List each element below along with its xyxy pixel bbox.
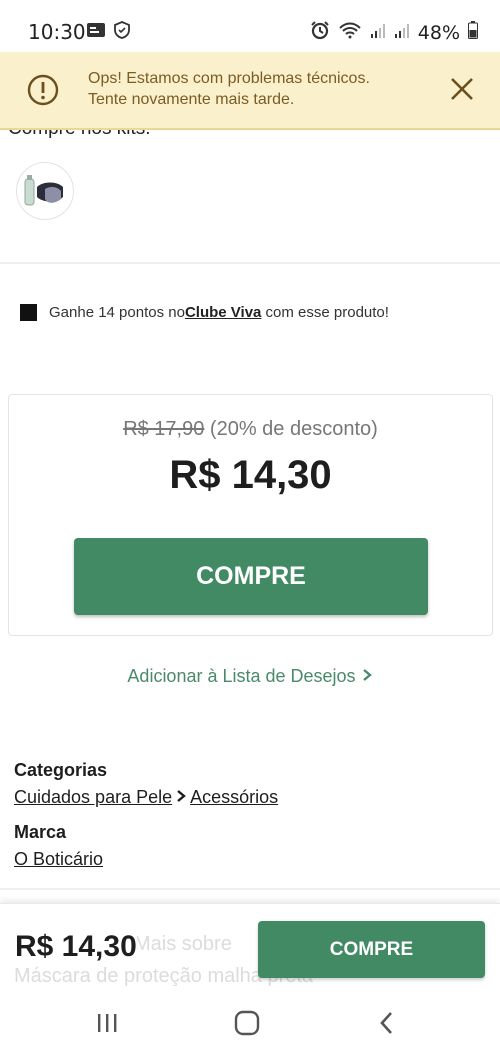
back-icon[interactable] bbox=[370, 1010, 404, 1036]
battery-icon bbox=[468, 21, 478, 44]
close-icon[interactable] bbox=[448, 75, 476, 103]
old-price: R$ 17,90 bbox=[123, 418, 205, 440]
categories-label: Categorias bbox=[14, 760, 108, 780]
brand-label: Marca bbox=[14, 822, 67, 842]
category-link-skincare[interactable]: Cuidados para Pele bbox=[14, 787, 172, 808]
signal-icon bbox=[370, 22, 386, 44]
error-banner: Ops! Estamos com problemas técnicos. Ten… bbox=[0, 52, 500, 130]
alarm-icon bbox=[310, 20, 330, 45]
wifi-icon bbox=[338, 21, 362, 44]
clube-prefix: Ganhe 14 pontos no bbox=[49, 304, 185, 321]
chevron-right-icon bbox=[361, 666, 373, 686]
system-nav-bar bbox=[0, 998, 500, 1056]
banner-line-1: Ops! Estamos com problemas técnicos. bbox=[88, 70, 370, 87]
clube-viva-info: Ganhe 14 pontos no Clube Viva com esse p… bbox=[20, 304, 389, 321]
discount-text: (20% de desconto) bbox=[209, 418, 378, 440]
category-link-accessories[interactable]: Acessórios bbox=[190, 787, 278, 808]
battery-text: 48% bbox=[417, 21, 460, 44]
chevron-right-icon bbox=[176, 787, 186, 808]
product-details: Categorias Cuidados para Pele Acessórios… bbox=[14, 760, 278, 870]
warning-icon bbox=[26, 73, 60, 107]
brand-link[interactable]: O Boticário bbox=[14, 849, 278, 870]
category-breadcrumb: Cuidados para Pele Acessórios bbox=[14, 787, 278, 808]
clube-checkbox-icon bbox=[20, 304, 37, 321]
kit-thumbnail[interactable] bbox=[16, 162, 74, 220]
card-icon bbox=[86, 22, 106, 43]
clube-suffix: com esse produto! bbox=[261, 304, 389, 321]
recent-apps-icon[interactable] bbox=[90, 1010, 124, 1036]
signal-icon bbox=[394, 22, 410, 44]
divider bbox=[0, 262, 500, 264]
sticky-buy-bar: Mais sobre Máscara de proteção malha pre… bbox=[0, 903, 500, 998]
sticky-price: R$ 14,30 bbox=[15, 930, 137, 964]
status-bar: 10:30 48% bbox=[0, 0, 500, 52]
status-time: 10:30 bbox=[28, 20, 86, 44]
clube-viva-link[interactable]: Clube Viva bbox=[185, 304, 261, 321]
divider bbox=[0, 888, 500, 890]
current-price: R$ 14,30 bbox=[169, 453, 332, 497]
buy-button[interactable]: COMPRE bbox=[74, 538, 428, 615]
home-icon[interactable] bbox=[230, 1010, 264, 1036]
sticky-buy-button[interactable]: COMPRE bbox=[258, 921, 485, 978]
shield-icon bbox=[114, 21, 130, 44]
banner-line-2: Tente novamente mais tarde. bbox=[88, 91, 295, 108]
add-to-wishlist-link[interactable]: Adicionar à Lista de Desejos bbox=[0, 666, 500, 687]
wishlist-label: Adicionar à Lista de Desejos bbox=[127, 666, 356, 686]
price-card: R$ 17,90 (20% de desconto) R$ 14,30 COMP… bbox=[8, 394, 493, 636]
